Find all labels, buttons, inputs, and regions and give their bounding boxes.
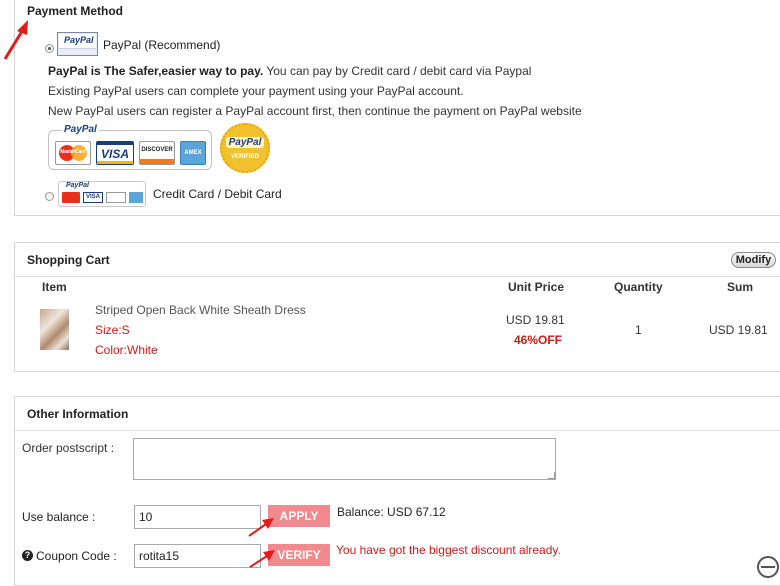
shopping-cart-header: Shopping Cart Modify: [15, 243, 780, 277]
payment-method-panel: Payment Method PayPal PayPal (Recommend)…: [14, 0, 780, 216]
paypal-cards-banner: PayPal MasterCard VISA DISCOVER AMEX: [48, 124, 212, 170]
column-sum: Sum: [727, 280, 754, 294]
product-color: Color:White: [95, 343, 158, 357]
product-name-link[interactable]: Striped Open Back White Sheath Dress: [95, 303, 306, 317]
credit-card-option-label[interactable]: Credit Card / Debit Card: [153, 187, 282, 201]
seal-brand-text: PayPal: [226, 137, 264, 148]
seal-verified-text: VERIFIED: [231, 154, 259, 160]
mastercard-icon: MasterCard: [55, 141, 91, 165]
discover-icon: DISCOVER: [139, 141, 175, 165]
paypal-small-logo-text: PayPal: [64, 35, 94, 45]
payment-method-title: Payment Method: [27, 4, 124, 18]
credit-card-radio[interactable]: [45, 192, 54, 201]
apply-button[interactable]: APPLY: [268, 505, 330, 527]
discover-text: DISCOVER: [141, 147, 173, 153]
other-information-panel: Other Information Order postscript : Use…: [14, 396, 780, 586]
shopping-cart-title: Shopping Cart: [27, 253, 110, 267]
other-information-header: Other Information: [15, 397, 780, 431]
mastercard-text: MasterCard: [60, 149, 86, 155]
column-unit-price: Unit Price: [508, 280, 565, 294]
paypal-description-bold: PayPal is The Safer,easier way to pay.: [48, 64, 264, 78]
unit-price-value: USD 19.81: [506, 313, 565, 327]
textarea-resize-handle-icon[interactable]: [548, 472, 555, 479]
amex-text: AMEX: [184, 150, 202, 156]
column-quantity: Quantity: [614, 280, 663, 294]
discount-badge: 46%OFF: [514, 333, 563, 347]
paypal-option-label[interactable]: PayPal (Recommend): [103, 38, 220, 52]
order-postscript-label: Order postscript :: [22, 441, 115, 455]
product-size: Size:S: [95, 323, 130, 337]
balance-info: Balance: USD 67.12: [337, 505, 446, 519]
use-balance-input[interactable]: [134, 505, 261, 529]
paypal-banner-brand: PayPal: [62, 124, 99, 135]
coupon-code-input[interactable]: [134, 544, 261, 568]
sum-value: USD 19.81: [709, 323, 768, 337]
paypal-description: PayPal is The Safer,easier way to pay. Y…: [48, 64, 531, 78]
verify-arrow-icon: [249, 550, 275, 568]
use-balance-label: Use balance :: [22, 510, 96, 524]
modify-button[interactable]: Modify: [731, 252, 776, 268]
visa-text: VISA: [100, 147, 129, 161]
apply-arrow-icon: [248, 518, 274, 537]
column-item: Item: [42, 280, 67, 294]
amex-icon: AMEX: [180, 141, 206, 165]
order-postscript-textarea[interactable]: [133, 438, 556, 480]
paypal-info-line-3: New PayPal users can register a PayPal a…: [48, 104, 582, 118]
visa-icon: VISA: [96, 141, 134, 165]
quantity-value: 1: [635, 323, 642, 337]
verify-button[interactable]: VERIFY: [268, 544, 330, 566]
credit-card-small-logo: PayPal VISA: [58, 181, 146, 207]
paypal-description-rest: You can pay by Credit card / debit card …: [266, 64, 532, 78]
paypal-info-line-2: Existing PayPal users can complete your …: [48, 84, 464, 98]
scroll-top-icon[interactable]: [757, 556, 779, 578]
paypal-small-logo: PayPal: [57, 32, 98, 56]
other-information-title: Other Information: [27, 407, 129, 421]
annotation-arrow-icon: [3, 20, 28, 60]
paypal-radio[interactable]: [45, 44, 54, 53]
product-thumbnail[interactable]: [40, 309, 69, 350]
shopping-cart-panel: Shopping Cart Modify Item Unit Price Qua…: [14, 242, 780, 372]
coupon-code-label: Coupon Code :: [36, 549, 117, 563]
paypal-verified-seal-icon: PayPal VERIFIED: [220, 123, 270, 173]
help-icon[interactable]: ?: [22, 550, 33, 561]
coupon-message: You have got the biggest discount alread…: [336, 543, 561, 557]
